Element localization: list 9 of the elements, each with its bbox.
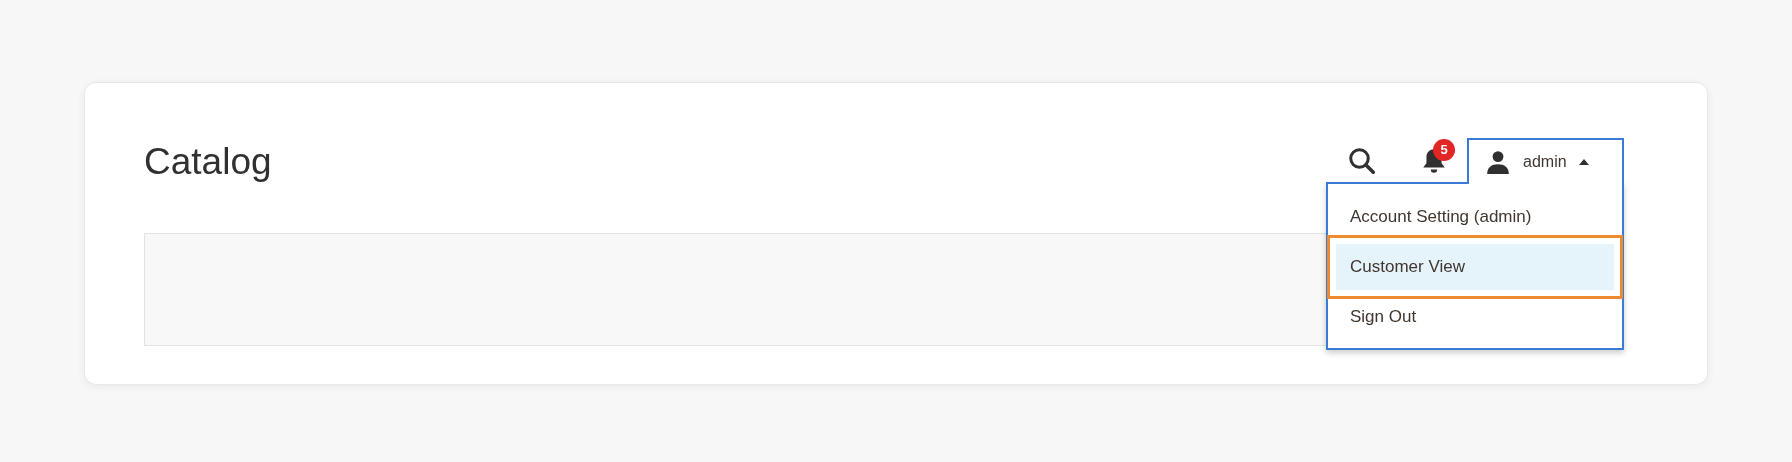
user-menu-button[interactable]: admin	[1467, 138, 1624, 184]
caret-icon	[1578, 158, 1589, 166]
menu-item[interactable]: Account Setting (admin)	[1336, 194, 1614, 240]
menu-item[interactable]: Customer View	[1336, 244, 1614, 290]
search-icon[interactable]	[1347, 146, 1377, 176]
notification-badge: 5	[1433, 139, 1455, 161]
page-title: Catalog	[144, 142, 272, 180]
menu-item[interactable]: Sign Out	[1336, 294, 1614, 340]
user-icon	[1485, 149, 1511, 175]
